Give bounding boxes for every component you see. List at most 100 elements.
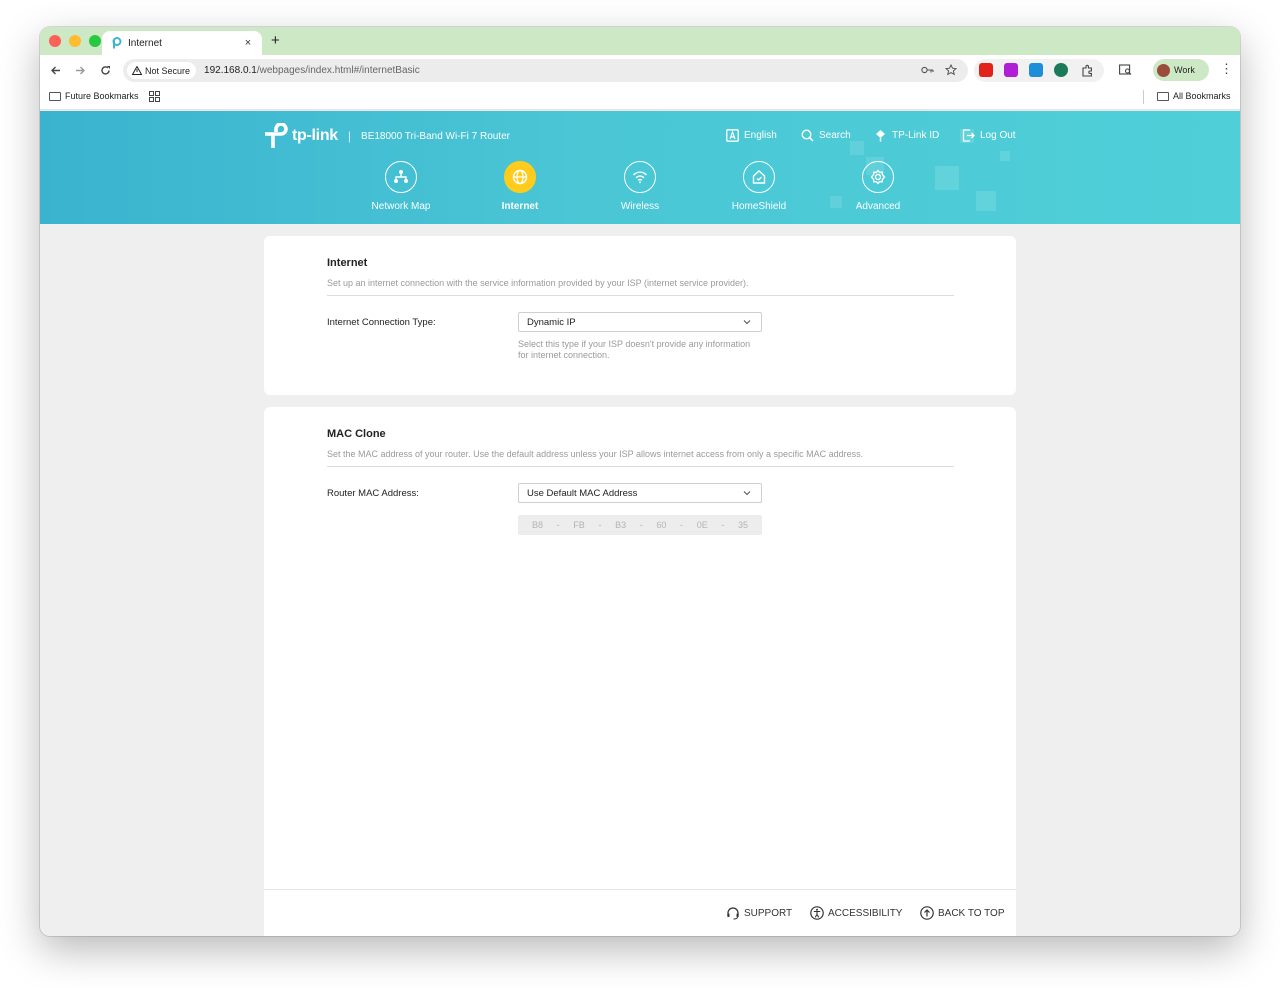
tplink-id-label: TP-Link ID [892, 130, 940, 141]
logout-link[interactable]: Log Out [962, 129, 1016, 142]
new-tab-button[interactable]: + [271, 31, 280, 51]
nav-wireless[interactable]: Wireless [595, 161, 685, 212]
browser-menu-icon[interactable]: ⋮ [1220, 61, 1233, 77]
tab-strip: Internet × + [40, 27, 1240, 55]
nav-label: Advanced [855, 201, 901, 212]
mac-octet: 0E [696, 520, 708, 530]
tplink-favicon-icon [112, 37, 122, 49]
bookmark-label: Future Bookmarks [65, 91, 139, 101]
bookmark-all-bookmarks[interactable]: All Bookmarks [1157, 91, 1231, 101]
mac-separator: - [556, 520, 560, 530]
reload-button[interactable] [96, 61, 114, 79]
section-title: Internet [327, 257, 368, 269]
nav-homeshield[interactable]: HomeShield [714, 161, 804, 212]
language-icon [726, 129, 739, 142]
back-button[interactable] [46, 61, 64, 79]
mac-octet: FB [573, 520, 585, 530]
accessibility-link[interactable]: ACCESSIBILITY [810, 906, 902, 920]
mac-octet: 35 [737, 520, 748, 530]
profile-label: Work [1174, 65, 1195, 75]
language-label: English [744, 130, 777, 141]
extensions-puzzle-icon[interactable] [1080, 63, 1094, 77]
tab-search-icon[interactable] [1118, 63, 1132, 77]
extension-purple-icon[interactable] [1004, 63, 1018, 77]
arrow-up-circle-icon [920, 906, 934, 920]
logout-icon [962, 129, 975, 142]
headset-icon [727, 907, 739, 920]
mac-octet: B3 [615, 520, 627, 530]
router-mac-label: Router MAC Address: [327, 488, 419, 499]
brand-name: tp-link [292, 127, 338, 144]
mac-clone-card: MAC Clone Set the MAC address of your ro… [264, 407, 1016, 897]
folder-icon [49, 91, 61, 101]
extension-red-icon[interactable] [979, 63, 993, 77]
bookmark-future-bookmarks[interactable]: Future Bookmarks [49, 91, 139, 101]
mac-octet: B8 [532, 520, 544, 530]
folder-icon [1157, 91, 1169, 101]
password-key-icon[interactable] [920, 63, 934, 77]
connection-type-hint: Select this type if your ISP doesn't pro… [518, 339, 751, 360]
extension-green-icon[interactable] [1054, 63, 1068, 77]
search-icon [801, 129, 814, 142]
nav-internet[interactable]: Internet [475, 161, 565, 212]
warning-triangle-icon [132, 66, 142, 75]
minimize-window-button[interactable] [69, 35, 81, 47]
router-model: BE18000 Tri-Band Wi-Fi 7 Router [361, 130, 510, 142]
decor-pixel [1000, 151, 1010, 161]
support-link[interactable]: SUPPORT [726, 906, 792, 920]
tab-internet[interactable]: Internet × [102, 31, 262, 55]
zoom-window-button[interactable] [89, 35, 101, 47]
url-text: 192.168.0.1/webpages/index.html#/interne… [204, 65, 420, 76]
tab-close-icon[interactable]: × [242, 37, 254, 49]
decor-pixel [850, 141, 864, 155]
back-to-top-label: BACK TO TOP [938, 907, 1005, 919]
url-host: 192.168.0.1 [204, 65, 257, 76]
router-mac-select[interactable]: Use Default MAC Address [518, 483, 762, 503]
connection-type-value: Dynamic IP [527, 316, 576, 328]
mac-address-field: B8 - FB - B3 - 60 - 0E - 35 [518, 515, 762, 535]
extension-blue-icon[interactable] [1029, 63, 1043, 77]
homeshield-icon [743, 161, 775, 193]
mac-separator: - [680, 520, 684, 530]
connection-type-select[interactable]: Dynamic IP [518, 312, 762, 332]
address-bar[interactable]: Not Secure 192.168.0.1/webpages/index.ht… [123, 59, 968, 82]
decor-pixel [976, 191, 996, 211]
url-path: /webpages/index.html#/internetBasic [256, 65, 420, 76]
section-description: Set the MAC address of your router. Use … [327, 449, 864, 459]
security-label: Not Secure [145, 65, 191, 76]
logout-label: Log Out [980, 130, 1016, 141]
nav-advanced[interactable]: Advanced [833, 161, 923, 212]
forward-button[interactable] [71, 61, 89, 79]
avatar [1157, 63, 1170, 77]
back-to-top-link[interactable]: BACK TO TOP [920, 906, 1005, 920]
tplink-id-link[interactable]: TP-Link ID [874, 129, 939, 142]
mac-octet: 60 [656, 520, 667, 530]
mac-separator: - [721, 520, 725, 530]
mac-separator: - [598, 520, 602, 530]
page-footer: SUPPORT ACCESSIBILITY BACK TO TOP [264, 889, 1016, 936]
language-link[interactable]: English [726, 129, 777, 142]
gear-icon [862, 161, 894, 193]
nav-network-map[interactable]: Network Map [356, 161, 446, 212]
window-controls [49, 35, 101, 47]
tab-title: Internet [128, 37, 162, 49]
divider [327, 295, 954, 296]
search-link[interactable]: Search [801, 129, 851, 142]
section-title: MAC Clone [327, 428, 386, 440]
forward-arrow-icon [75, 66, 85, 74]
router-header: tp-link | BE18000 Tri-Band Wi-Fi 7 Route… [40, 111, 1240, 224]
bookmark-star-icon[interactable] [944, 63, 958, 77]
network-map-icon [385, 161, 417, 193]
back-arrow-icon [50, 66, 60, 74]
internet-card: Internet Set up an internet connection w… [264, 236, 1016, 395]
tplink-logo[interactable]: tp-link | BE18000 Tri-Band Wi-Fi 7 Route… [264, 123, 510, 149]
router-admin-page: tp-link | BE18000 Tri-Band Wi-Fi 7 Route… [40, 111, 1240, 936]
decor-pixel [935, 166, 959, 190]
accessibility-label: ACCESSIBILITY [828, 907, 903, 919]
chevron-down-icon [743, 491, 751, 496]
security-chip[interactable]: Not Secure [127, 62, 197, 79]
apps-grid-icon[interactable] [149, 91, 160, 102]
close-window-button[interactable] [49, 35, 61, 47]
profile-button[interactable]: Work [1153, 59, 1209, 81]
globe-icon [504, 161, 536, 193]
